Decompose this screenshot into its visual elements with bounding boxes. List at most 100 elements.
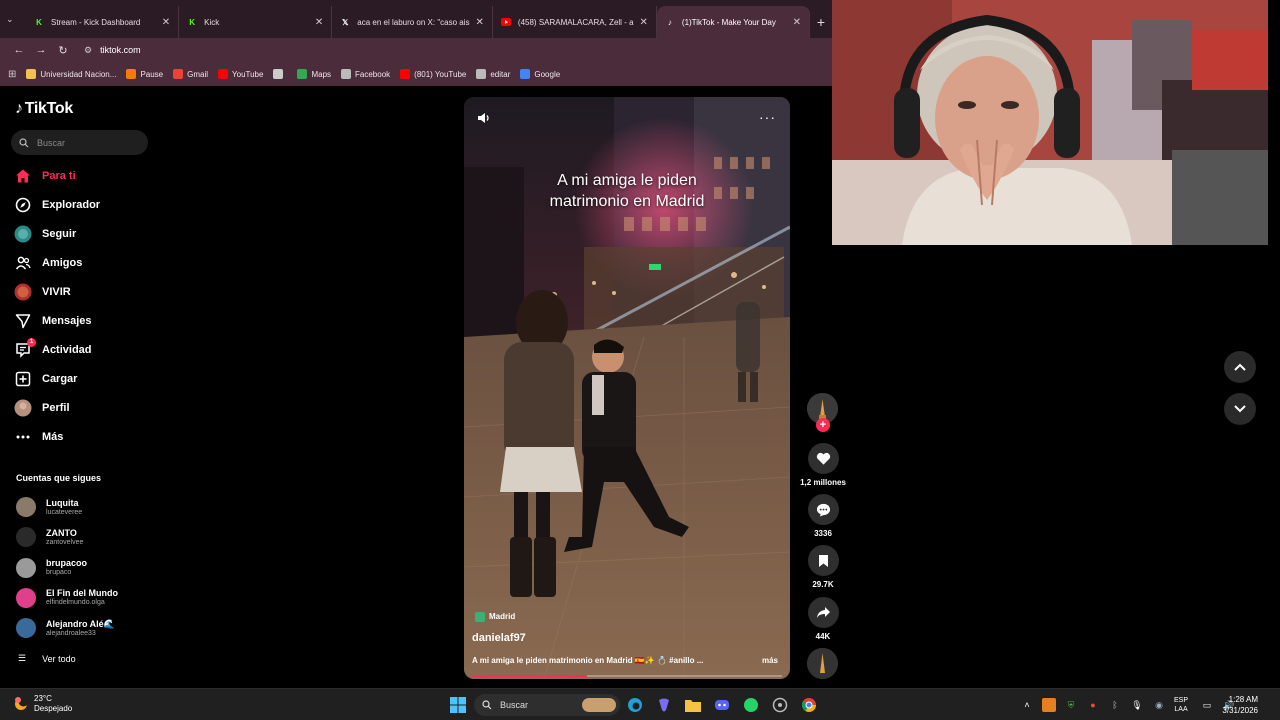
bookmark-item[interactable]: (801) YouTube [400, 69, 466, 79]
forward-arrow-icon[interactable]: → [30, 44, 52, 56]
following-avatar-icon [14, 225, 32, 243]
bookmark-item[interactable]: Gmail [173, 69, 208, 79]
chrome-icon[interactable] [800, 696, 818, 714]
followed-account[interactable]: El Fin del Mundo elfindelmundo.olga [16, 587, 118, 608]
bookmark-item[interactable]: editar [476, 69, 510, 79]
back-arrow-icon[interactable]: ← [8, 44, 30, 56]
tray-app-icon[interactable]: ● [1086, 698, 1100, 712]
list-icon: ☰ [18, 653, 27, 663]
nav-label: Mensajes [42, 315, 92, 327]
video-player[interactable]: A mi amiga le piden matrimonio en Madrid… [464, 97, 790, 679]
followed-account[interactable]: ZANTO zantovelvee [16, 527, 83, 548]
nav-item-para-ti[interactable]: Para ti [14, 167, 76, 185]
share-button[interactable] [807, 597, 839, 628]
video-author[interactable]: danielaf97 [472, 632, 526, 644]
nav-item-mensajes[interactable]: Mensajes [14, 312, 92, 330]
shield-icon[interactable]: ⛨ [1064, 698, 1078, 712]
steam-icon[interactable]: ◉ [1152, 698, 1166, 712]
chevron-up-icon[interactable]: ˄ [1020, 698, 1034, 712]
tab-youtube[interactable]: (458) SARAMALACARA, Zell - a ✕ [493, 6, 657, 38]
close-icon[interactable]: ✕ [640, 17, 648, 28]
reload-icon[interactable]: ↻ [52, 44, 74, 57]
nav-item-perfil[interactable]: Perfil [14, 399, 70, 417]
bluetooth-icon[interactable]: ᛒ [1108, 698, 1122, 712]
discord-icon[interactable] [713, 696, 731, 714]
microphone-icon[interactable]: 🎙 [1130, 698, 1144, 712]
followed-account[interactable]: Alejandro Alé🌊 alejandroalee33 [16, 618, 115, 639]
taskbar-search[interactable]: Buscar [474, 694, 620, 716]
bookmark-item[interactable]: YouTube [218, 69, 263, 79]
tab-kick-dashboard[interactable]: K Stream - Kick Dashboard ✕ [26, 6, 180, 38]
bookmark-item[interactable]: Maps [297, 69, 331, 79]
nav-label: Amigos [42, 257, 83, 269]
globe-icon [476, 69, 487, 79]
save-button[interactable] [807, 545, 839, 576]
bookmark-item[interactable]: Universidad Nacion... [26, 69, 116, 79]
nav-item-más[interactable]: Más [14, 428, 63, 446]
comment-button[interactable] [807, 494, 839, 525]
account-handle: brupaco [46, 569, 72, 577]
windows-start-icon[interactable] [449, 696, 467, 714]
address-bar[interactable]: ⚙ tiktok.com [78, 40, 828, 60]
see-all-button[interactable]: ☰ Ver todo [18, 653, 76, 664]
comment-action[interactable]: 3336 [807, 494, 839, 538]
close-icon[interactable]: ✕ [315, 17, 323, 28]
copilot-icon[interactable] [655, 696, 673, 714]
more-options-icon[interactable]: ··· [759, 109, 776, 125]
save-action[interactable]: 29.7K [807, 545, 839, 589]
tray-app-icon[interactable] [1042, 698, 1056, 712]
nav-item-cargar[interactable]: Cargar [14, 370, 77, 388]
edge-icon[interactable] [626, 696, 644, 714]
bookmark-label: Maps [311, 69, 332, 79]
tab-x-post[interactable]: 𝕏 aca en el laburo on X: "caso ais ✕ [332, 6, 493, 38]
like-button[interactable] [807, 443, 839, 474]
avatar [16, 497, 36, 517]
followed-account[interactable]: brupacoo brupaco [16, 557, 87, 578]
follow-plus-button[interactable]: + [816, 418, 830, 432]
maps-icon [297, 69, 308, 79]
caption-line: A mi amiga le piden [557, 172, 697, 189]
weather-widget[interactable]: 23°C Despejado [12, 694, 72, 714]
tab-tiktok[interactable]: ♪ (1)TikTok - Make Your Day ✕ [656, 6, 811, 38]
video-progress-bar[interactable] [472, 675, 782, 677]
globe-icon [341, 69, 352, 79]
more-dots-icon [14, 428, 32, 446]
tab-kick[interactable]: K Kick ✕ [179, 6, 333, 38]
home-icon [14, 167, 32, 185]
volume-icon[interactable] [476, 110, 492, 126]
previous-video-button[interactable] [1224, 351, 1256, 383]
location-tag[interactable]: Madrid [475, 610, 515, 623]
new-tab-button[interactable]: + [810, 6, 832, 38]
site-info-icon[interactable]: ⚙ [84, 45, 92, 56]
file-explorer-icon[interactable] [684, 696, 702, 714]
tiktok-logo[interactable]: ♪ TikTok [15, 100, 73, 118]
nav-item-actividad[interactable]: 1 Actividad [14, 338, 92, 359]
see-more-link[interactable]: más [762, 656, 778, 665]
nav-item-explorador[interactable]: Explorador [14, 196, 100, 214]
nav-item-amigos[interactable]: Amigos [14, 254, 82, 272]
followed-account[interactable]: Luquita lucateveree [16, 497, 82, 517]
search-input[interactable]: Buscar [11, 130, 148, 155]
clock[interactable]: 1:28 AM 3/31/2026 [1212, 694, 1258, 716]
app-icon[interactable] [771, 696, 789, 714]
bookmark-label: Gmail [187, 69, 209, 79]
language-indicator[interactable]: ESP LAA [1174, 696, 1188, 714]
share-action[interactable]: 44K [807, 597, 839, 641]
whatsapp-icon[interactable] [742, 696, 760, 714]
nav-item-vivir[interactable]: VIVIR [14, 283, 71, 301]
bookmark-item[interactable]: Google [520, 69, 560, 79]
like-action[interactable]: 1,2 millones [800, 443, 846, 487]
bookmark-item[interactable]: Facebook [341, 69, 390, 79]
tab-search-icon[interactable]: ⌄ [6, 14, 14, 25]
next-video-button[interactable] [1224, 393, 1256, 425]
close-icon[interactable]: ✕ [476, 17, 484, 28]
music-disc[interactable] [807, 648, 838, 679]
apps-grid-icon[interactable]: ⊞ [8, 69, 16, 80]
nav-item-seguir[interactable]: Seguir [14, 225, 76, 243]
close-icon[interactable]: ✕ [793, 17, 801, 28]
close-icon[interactable]: ✕ [162, 17, 170, 28]
account-name: Luquita [46, 497, 79, 508]
bookmark-item[interactable] [273, 69, 287, 79]
bookmark-item[interactable]: Pause [126, 69, 163, 79]
x-icon: 𝕏 [342, 17, 349, 27]
